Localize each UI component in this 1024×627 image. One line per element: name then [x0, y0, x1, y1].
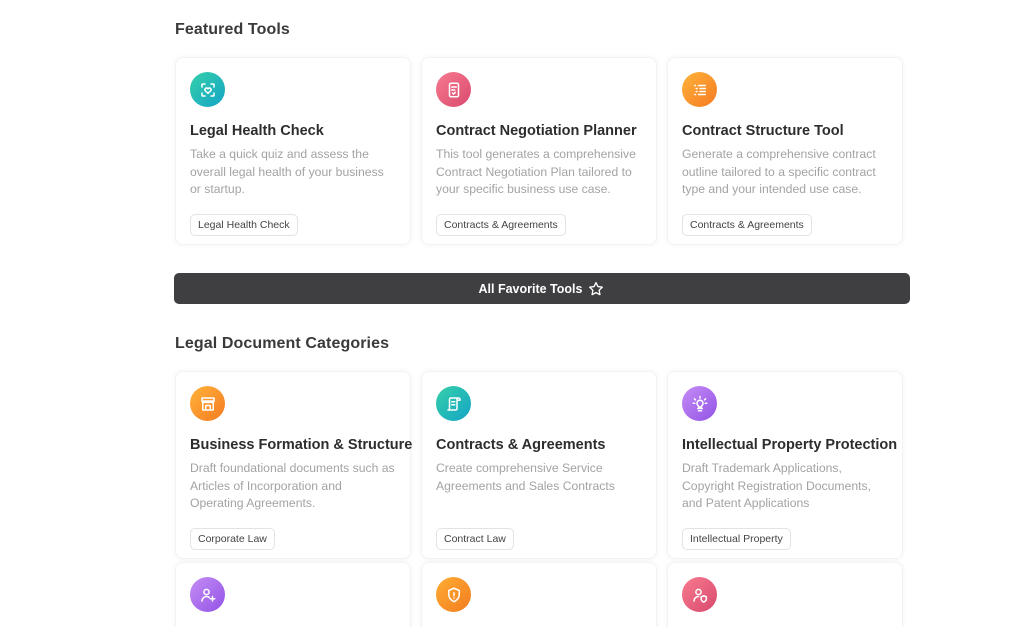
- card-description: Create comprehensive Service Agreements …: [436, 461, 615, 493]
- storefront-icon: [190, 386, 225, 421]
- card-description: Draft foundational documents such as Art…: [190, 461, 395, 510]
- category-card[interactable]: [175, 562, 411, 627]
- all-favorite-tools-button[interactable]: All Favorite Tools: [174, 273, 910, 304]
- card-description: This tool generates a comprehensive Cont…: [436, 147, 636, 196]
- card-tag[interactable]: Contracts & Agreements: [682, 214, 812, 236]
- card-title: Legal Health Check: [190, 123, 324, 139]
- category-card[interactable]: [667, 562, 903, 627]
- category-card[interactable]: [421, 562, 657, 627]
- shield-icon: [436, 577, 471, 612]
- heart-check-icon: [190, 72, 225, 107]
- card-tag[interactable]: Corporate Law: [190, 528, 275, 550]
- tool-card-contract-structure-tool[interactable]: Contract Structure Tool Generate a compr…: [667, 57, 903, 245]
- scroll-icon: [436, 386, 471, 421]
- favorite-tools-label: All Favorite Tools: [478, 281, 583, 296]
- categories-grid-next-row: [175, 562, 910, 627]
- featured-tools-grid: Legal Health Check Take a quick quiz and…: [175, 57, 910, 245]
- card-tag[interactable]: Intellectual Property: [682, 528, 791, 550]
- card-title: Intellectual Property Protection: [682, 437, 898, 453]
- card-description: Take a quick quiz and assess the overall…: [190, 147, 384, 196]
- tool-card-contract-negotiation-planner[interactable]: Contract Negotiation Planner This tool g…: [421, 57, 657, 245]
- card-description: Generate a comprehensive contract outlin…: [682, 147, 876, 196]
- user-plus-icon: [190, 577, 225, 612]
- card-title: Contract Negotiation Planner: [436, 123, 637, 139]
- card-tag[interactable]: Contracts & Agreements: [436, 214, 566, 236]
- category-card-business-formation[interactable]: Business Formation & Structure Draft fou…: [175, 371, 413, 559]
- category-card-intellectual-property[interactable]: Intellectual Property Protection Draft T…: [667, 371, 903, 559]
- card-title: Business Formation & Structure: [190, 437, 413, 453]
- star-icon: [589, 281, 604, 295]
- list-icon: [682, 72, 717, 107]
- legal-document-categories-title: Legal Document Categories: [175, 335, 390, 352]
- categories-grid: Business Formation & Structure Draft fou…: [175, 371, 910, 559]
- card-tag[interactable]: Legal Health Check: [190, 214, 298, 236]
- lightbulb-icon: [682, 386, 717, 421]
- card-title: Contracts & Agreements: [436, 437, 606, 453]
- card-tag[interactable]: Contract Law: [436, 528, 514, 550]
- user-shield-icon: [682, 577, 717, 612]
- featured-tools-title: Featured Tools: [175, 21, 290, 38]
- card-description: Draft Trademark Applications, Copyright …: [682, 461, 871, 510]
- tool-card-legal-health-check[interactable]: Legal Health Check Take a quick quiz and…: [175, 57, 411, 245]
- card-title: Contract Structure Tool: [682, 123, 844, 139]
- category-card-contracts-agreements[interactable]: Contracts & Agreements Create comprehens…: [421, 371, 657, 559]
- document-check-icon: [436, 72, 471, 107]
